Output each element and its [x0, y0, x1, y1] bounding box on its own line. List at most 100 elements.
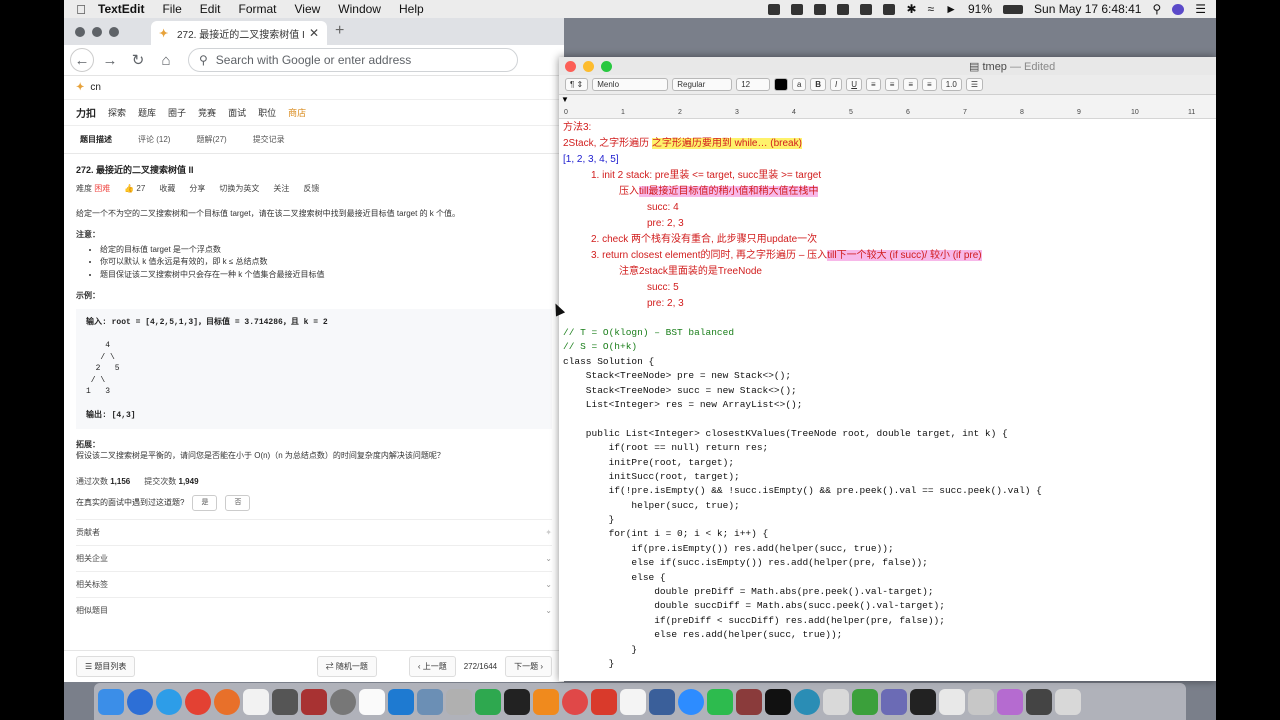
prev-problem-button[interactable]: ‹ 上一题 [408, 656, 456, 677]
line-spacing-select[interactable]: 1.0 [940, 78, 962, 91]
tab-submissions[interactable]: 提交记录 [253, 134, 285, 145]
display-icon[interactable] [860, 3, 873, 15]
font-size-select[interactable]: 12 [736, 78, 771, 91]
app-icon[interactable] [620, 688, 646, 715]
finder-icon[interactable] [98, 688, 124, 715]
nav-interview[interactable]: 面试 [228, 106, 246, 119]
nav-contest[interactable]: 竞赛 [198, 106, 216, 119]
switch-english-button[interactable]: 切换为英文 [219, 183, 259, 194]
justify-button[interactable]: ≡ [922, 78, 937, 91]
close-window-button[interactable] [75, 26, 85, 37]
menu-window[interactable]: Window [338, 2, 381, 16]
feedback-button[interactable]: 反馈 [303, 183, 319, 194]
menu-file[interactable]: File [162, 2, 181, 16]
address-bar[interactable]: ⚲ Search with Google or enter address [188, 48, 518, 72]
app-icon[interactable] [997, 688, 1023, 715]
calculator-icon[interactable] [272, 688, 298, 715]
pencil-app-icon[interactable] [562, 688, 588, 715]
follow-button[interactable]: 关注 [273, 183, 289, 194]
battery-percent[interactable]: 91% [968, 2, 992, 16]
tags-section[interactable]: 相关标签 ⌄ [76, 570, 552, 597]
bold-button[interactable]: B [810, 78, 827, 91]
volume-icon[interactable]: ► [945, 2, 957, 16]
zoom-window-button[interactable] [109, 26, 119, 37]
text-color-well[interactable] [774, 78, 789, 91]
app-icon[interactable] [1026, 688, 1052, 715]
app-icon[interactable] [736, 688, 762, 715]
bluetooth-icon[interactable]: ✱ [906, 2, 916, 16]
vscode-icon[interactable] [388, 688, 414, 715]
folder-icon[interactable] [939, 688, 965, 715]
close-window-button[interactable] [565, 60, 576, 72]
tab-stop-icon[interactable]: ▼ [561, 95, 569, 104]
zoom-window-button[interactable] [601, 60, 612, 72]
photos-icon[interactable] [446, 688, 472, 715]
leetcode-logo[interactable]: 力扣 [76, 105, 96, 120]
menu-edit[interactable]: Edit [200, 2, 221, 16]
apple-menu-icon[interactable]:  [64, 2, 98, 17]
companies-section[interactable]: 相关企业 ⌄ [76, 544, 552, 571]
no-button[interactable]: 否 [225, 494, 251, 511]
tab-description[interactable]: 题目描述 [80, 134, 112, 145]
similar-section[interactable]: 相似题目 ⌄ [76, 596, 552, 623]
wechat-app-icon[interactable] [707, 688, 733, 715]
align-center-button[interactable]: ≡ [884, 78, 900, 91]
font-style-select[interactable]: Regular [672, 78, 733, 91]
system-preferences-icon[interactable] [330, 688, 356, 715]
tab-solutions[interactable]: 题解(27) [196, 134, 226, 145]
font-family-select[interactable]: Menlo [592, 78, 669, 91]
share-button[interactable]: 分享 [189, 183, 205, 194]
zoom-icon[interactable] [678, 688, 704, 715]
clock[interactable]: Sun May 17 6:48:41 [1034, 2, 1141, 16]
siri-icon[interactable] [1172, 3, 1185, 15]
activity-monitor-icon[interactable] [910, 688, 936, 715]
trash-icon[interactable] [1055, 688, 1081, 715]
vlc-icon[interactable] [533, 688, 559, 715]
close-tab-icon[interactable]: ✕ [309, 26, 319, 40]
xmind-icon[interactable] [591, 688, 617, 715]
timemachine-icon[interactable] [837, 3, 850, 15]
contributors-section[interactable]: 贡献者 ✦ [76, 518, 552, 545]
forward-icon[interactable]: → [98, 48, 122, 72]
tab-comments[interactable]: 评论 (12) [138, 134, 170, 145]
home-icon[interactable]: ⌂ [154, 48, 178, 72]
dictionary-icon[interactable] [301, 688, 327, 715]
problem-list-button[interactable]: ☰ 题目列表 [76, 656, 136, 677]
wifi-icon[interactable]: ≈ [928, 2, 935, 16]
nav-jobs[interactable]: 职位 [258, 106, 276, 119]
ruler[interactable]: 0 1 2 3 4 5 6 7 8 9 10 11 ▼ [559, 95, 1216, 119]
browser-tab[interactable]: ✦ 272. 最接近的二叉搜索树值 II - 力 ✕ [151, 21, 327, 45]
underline-button[interactable]: U [846, 78, 863, 91]
launchpad-icon[interactable] [127, 688, 153, 715]
calendar-icon[interactable] [359, 688, 385, 715]
back-icon[interactable]: ← [70, 48, 94, 72]
firefox-icon[interactable] [214, 688, 240, 715]
screenshot-icon[interactable] [883, 3, 896, 15]
menu-view[interactable]: View [295, 2, 321, 16]
nav-explore[interactable]: 探索 [108, 106, 126, 119]
menu-help[interactable]: Help [399, 2, 424, 16]
menu-app-name[interactable]: TextEdit [98, 2, 144, 16]
spotlight-icon[interactable]: ⚲ [1152, 2, 1161, 16]
paragraph-style-select[interactable]: ¶ ⇕ [565, 78, 589, 91]
app-icon[interactable] [852, 688, 878, 715]
chrome-icon[interactable] [185, 688, 211, 715]
italic-button[interactable]: I [830, 78, 843, 91]
nav-shop[interactable]: 商店 [288, 106, 306, 119]
app-icon[interactable] [794, 688, 820, 715]
numbers-icon[interactable] [475, 688, 501, 715]
align-right-button[interactable]: ≡ [903, 78, 919, 91]
reload-icon[interactable]: ↻ [126, 48, 150, 72]
nav-circle[interactable]: 圈子 [168, 106, 186, 119]
menu-format[interactable]: Format [238, 2, 276, 16]
intellij-icon[interactable] [765, 688, 791, 715]
align-left-button[interactable]: ≡ [866, 78, 881, 91]
new-tab-icon[interactable]: + [335, 22, 344, 40]
document-body[interactable]: 方法3: 2Stack, 之字形遍历 之字形遍历要用到 while… (brea… [559, 120, 1216, 681]
random-problem-button[interactable]: ⇄ 随机一题 [316, 656, 377, 677]
wechat-icon[interactable] [791, 3, 804, 15]
notes-icon[interactable] [243, 688, 269, 715]
app-icon[interactable] [823, 688, 849, 715]
list-style-select[interactable]: ☰ [965, 78, 984, 91]
network-app-icon[interactable] [649, 688, 675, 715]
